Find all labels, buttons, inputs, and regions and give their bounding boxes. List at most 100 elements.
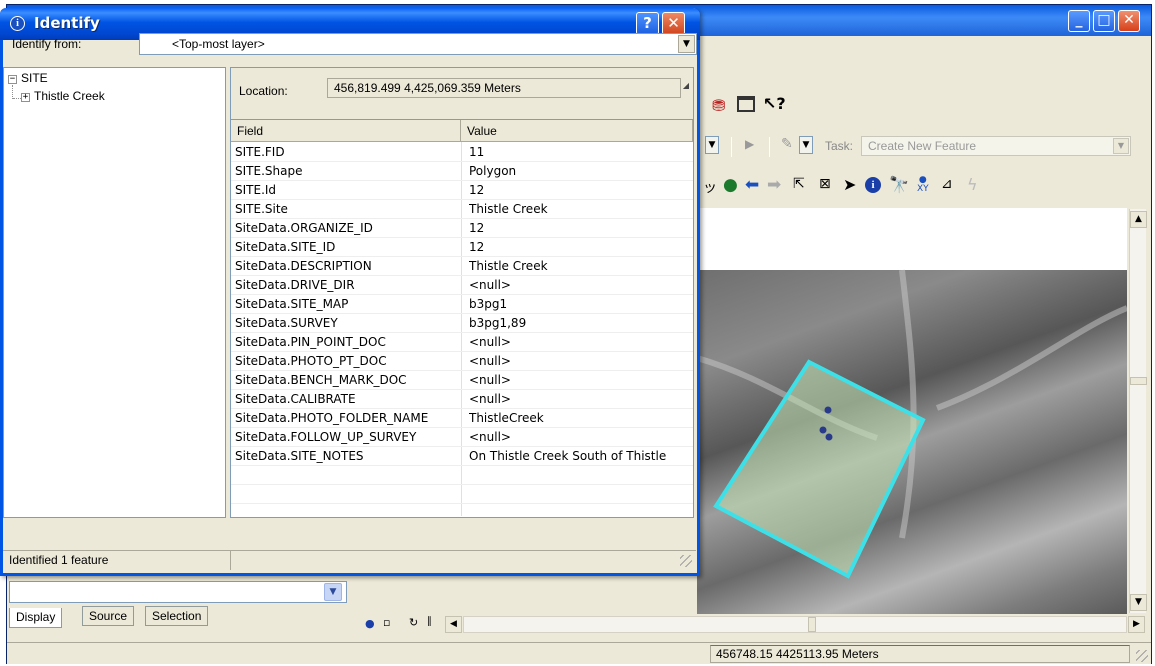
field-cell: SiteData.DRIVE_DIR	[235, 278, 355, 292]
find-icon[interactable]: 🔭	[889, 175, 909, 194]
table-row[interactable]: SiteData.SITE_MAP b3pg1	[231, 295, 693, 314]
whats-this-icon[interactable]: ↖?	[763, 94, 786, 113]
table-row[interactable]: SiteData.BENCH_MARK_DOC <null>	[231, 371, 693, 390]
sketch-tool-dropdown[interactable]: ▼	[799, 136, 813, 154]
expand-icon[interactable]: +	[21, 93, 30, 102]
horizontal-scroll-thumb[interactable]	[808, 617, 816, 632]
pan-icon[interactable]: ッ	[703, 177, 717, 197]
scroll-left-button[interactable]: ◀	[445, 616, 462, 633]
table-row[interactable]: SITE.Site Thistle Creek	[231, 200, 693, 219]
field-cell: SiteData.ORGANIZE_ID	[235, 221, 373, 235]
map-display[interactable]	[697, 208, 1127, 614]
value-cell: <null>	[469, 430, 511, 444]
identify-icon[interactable]: i	[865, 177, 881, 193]
clear-selection-icon[interactable]: ⊠	[819, 176, 831, 192]
refresh-icon[interactable]: ↻	[409, 616, 418, 629]
table-row[interactable]: SiteData.PHOTO_PT_DOC <null>	[231, 352, 693, 371]
map-bottom-bar: ● ▫ ↻ ∥ ◀ ▶	[359, 613, 1146, 635]
value-cell: b3pg1	[469, 297, 508, 311]
forward-icon[interactable]: ➡	[767, 175, 781, 195]
table-row[interactable]: SITE.FID 11	[231, 143, 693, 162]
full-extent-icon[interactable]: ●	[723, 175, 738, 195]
scroll-down-button[interactable]: ▼	[1130, 594, 1147, 611]
table-row[interactable]: SiteData.FOLLOW_UP_SURVEY <null>	[231, 428, 693, 447]
value-cell: <null>	[469, 354, 511, 368]
status-bar: 456748.15 4425113.95 Meters	[7, 642, 1151, 664]
edit-tool-icon[interactable]: ▶	[745, 137, 754, 151]
scroll-right-button[interactable]: ▶	[1128, 616, 1145, 633]
column-header-value[interactable]: Value	[461, 120, 693, 142]
minimize-button[interactable]: _	[1068, 10, 1090, 32]
main-close-button[interactable]: ✕	[1118, 10, 1140, 32]
table-row[interactable]: SiteData.PHOTO_FOLDER_NAME ThistleCreek	[231, 409, 693, 428]
table-row	[231, 466, 693, 485]
field-cell: SiteData.PHOTO_PT_DOC	[235, 354, 387, 368]
measure-icon[interactable]: ⊿	[941, 176, 953, 192]
tab-display[interactable]: Display	[9, 608, 63, 628]
field-cell: SITE.Shape	[235, 164, 303, 178]
database-icon[interactable]: ⛃	[712, 96, 725, 115]
resize-grip[interactable]	[1136, 650, 1148, 662]
toc-dropdown-arrow[interactable]: ▼	[324, 583, 342, 601]
location-value: 456,819.499 4,425,069.359 Meters	[327, 78, 681, 98]
field-cell: SiteData.SURVEY	[235, 316, 338, 330]
select-elements-icon[interactable]: ⇱	[793, 176, 805, 192]
table-row[interactable]: SiteData.SITE_ID 12	[231, 238, 693, 257]
tree-feature-thistle-creek[interactable]: Thistle Creek	[34, 89, 105, 103]
attribute-grid[interactable]: Field Value SITE.FID 11 SITE.Shape Polygon…	[231, 119, 693, 517]
column-header-field[interactable]: Field	[231, 120, 461, 142]
toc-dropdown[interactable]: ▼	[9, 581, 347, 603]
resize-grip[interactable]	[680, 555, 692, 567]
goto-xy-icon[interactable]: ● XY	[917, 176, 929, 194]
maximize-button[interactable]: □	[1093, 10, 1115, 32]
collapse-icon[interactable]: −	[8, 75, 17, 84]
identify-dialog: i Identify ? ✕ Identify from: <Top-most …	[0, 8, 700, 576]
pause-drawing-icon[interactable]: ∥	[427, 616, 432, 627]
value-cell: 12	[469, 183, 485, 197]
tree-layer-site[interactable]: SITE	[21, 71, 48, 85]
select-pointer-icon[interactable]: ➤	[843, 175, 856, 194]
field-cell: SiteData.CALIBRATE	[235, 392, 356, 406]
identify-from-dropdown[interactable]: <Top-most layer> ▼	[139, 33, 697, 55]
table-row[interactable]: SiteData.DRIVE_DIR <null>	[231, 276, 693, 295]
value-cell: <null>	[469, 335, 511, 349]
help-button[interactable]: ?	[636, 12, 659, 35]
map-vertical-scrollbar[interactable]: ▲ ▼	[1129, 209, 1147, 615]
table-row[interactable]: SiteData.PIN_POINT_DOC <null>	[231, 333, 693, 352]
sketch-tool-icon[interactable]: ✎	[781, 136, 793, 152]
table-row[interactable]: SiteData.CALIBRATE <null>	[231, 390, 693, 409]
site-polygon[interactable]	[713, 359, 926, 579]
field-cell: SiteData.PHOTO_FOLDER_NAME	[235, 411, 429, 425]
table-row[interactable]: SiteData.ORGANIZE_ID 12	[231, 219, 693, 238]
hyperlink-icon[interactable]: ϟ	[967, 175, 978, 194]
field-cell: SiteData.SITE_MAP	[235, 297, 349, 311]
table-row[interactable]: SITE.Id 12	[231, 181, 693, 200]
value-cell: 12	[469, 221, 485, 235]
field-cell: SITE.Id	[235, 183, 277, 197]
scroll-up-button[interactable]: ▲	[1130, 211, 1147, 228]
field-cell: SiteData.SITE_ID	[235, 240, 336, 254]
grid-header: Field Value	[231, 120, 693, 142]
editor-menu-dropdown[interactable]: ▼	[705, 136, 719, 154]
value-cell: Thistle Creek	[469, 259, 548, 273]
value-cell: On Thistle Creek South of Thistle	[469, 449, 667, 463]
feature-tree[interactable]: − SITE + Thistle Creek	[3, 67, 226, 518]
table-row[interactable]: SITE.Shape Polygon	[231, 162, 693, 181]
chevron-down-icon[interactable]: ▼	[678, 35, 695, 53]
map-horizontal-scrollbar[interactable]	[463, 616, 1127, 633]
back-icon[interactable]: ⬅	[745, 175, 759, 195]
vertical-scroll-thumb[interactable]	[1130, 377, 1147, 385]
table-row[interactable]: SiteData.SURVEY b3pg1,89	[231, 314, 693, 333]
location-menu-icon[interactable]: ◢	[680, 80, 692, 92]
window-icon[interactable]	[737, 96, 755, 112]
task-combo[interactable]: Create New Feature ▼	[861, 136, 1131, 156]
tab-selection[interactable]: Selection	[145, 606, 209, 626]
data-view-icon[interactable]: ●	[365, 617, 375, 630]
close-button[interactable]: ✕	[662, 12, 685, 35]
table-row[interactable]: SiteData.SITE_NOTES On Thistle Creek Sout…	[231, 447, 693, 466]
table-row[interactable]: SiteData.DESCRIPTION Thistle Creek	[231, 257, 693, 276]
map-overlay	[697, 269, 1127, 579]
layout-view-icon[interactable]: ▫	[383, 616, 390, 629]
tab-source[interactable]: Source	[82, 606, 135, 626]
task-dropdown-arrow[interactable]: ▼	[1113, 138, 1129, 154]
